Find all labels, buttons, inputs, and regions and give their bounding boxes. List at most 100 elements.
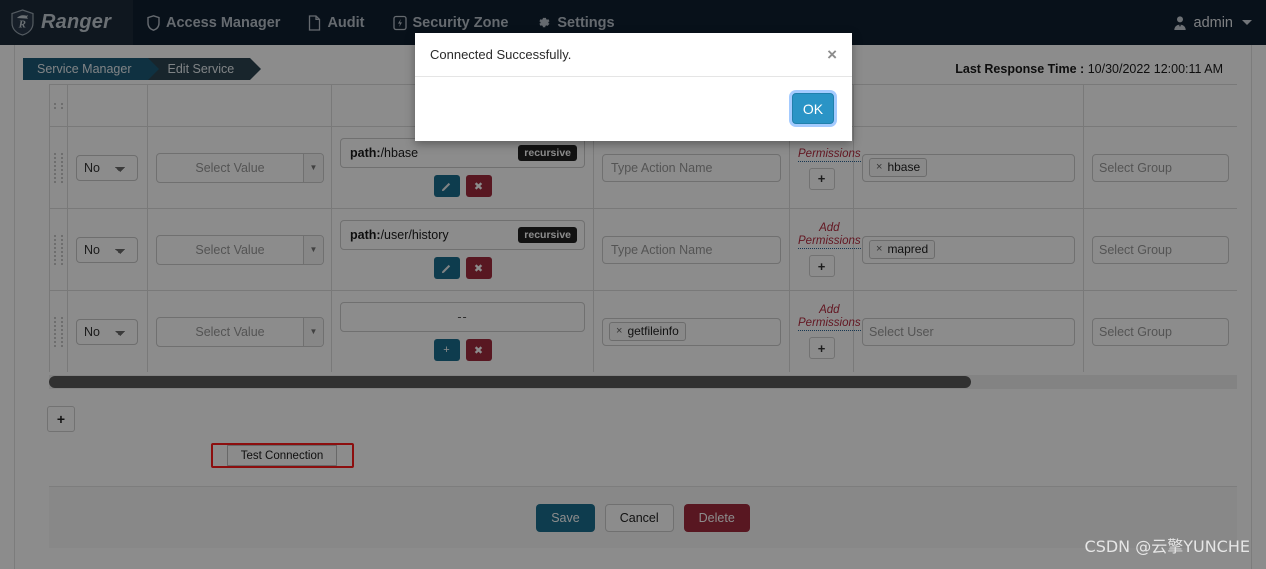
table-horizontal-scrollbar[interactable] <box>49 375 1237 389</box>
add-row-button[interactable]: + <box>47 406 75 432</box>
group-select[interactable]: Select Group <box>1092 235 1229 264</box>
remove-token-icon[interactable]: × <box>876 243 882 255</box>
path-label: path:/user/history <box>350 228 449 242</box>
user-select[interactable]: × hbase <box>862 153 1075 182</box>
last-response-time-label: Last Response Time : <box>955 62 1085 76</box>
user-select[interactable]: Select User <box>862 317 1075 346</box>
cell-permissions: Add Permissions + <box>789 290 861 372</box>
group-placeholder: Select Group <box>1099 160 1172 175</box>
user-icon <box>1173 15 1186 30</box>
group-select[interactable]: Select Group <box>1092 153 1229 182</box>
last-response-time-value: 10/30/2022 12:00:11 AM <box>1087 62 1223 76</box>
user-token-label: hbase <box>887 160 921 174</box>
nav-item-audit[interactable]: Audit <box>294 0 378 45</box>
value-select[interactable]: Select Value ▼ <box>156 234 324 265</box>
brand-logo[interactable]: R Ranger <box>0 0 133 45</box>
path-display[interactable]: -- <box>340 302 585 332</box>
pencil-icon <box>441 264 451 273</box>
bolt-box-icon <box>392 15 407 30</box>
edit-path-button[interactable] <box>433 175 460 197</box>
cell-path: -- + ✖ <box>331 290 594 372</box>
test-connection-button[interactable]: Test Connection <box>227 445 337 466</box>
close-icon[interactable]: × <box>827 46 837 63</box>
chevron-down-icon: ▼ <box>303 153 323 182</box>
recursive-select[interactable]: No <box>76 318 138 345</box>
add-permission-button[interactable]: + <box>808 167 835 190</box>
action-name-input[interactable] <box>602 235 781 264</box>
breadcrumb-label: Service Manager <box>37 62 132 76</box>
user-token-label: mapred <box>887 242 929 256</box>
drag-dots-icon <box>53 102 64 109</box>
ok-button[interactable]: OK <box>792 93 834 124</box>
user-token[interactable]: × mapred <box>869 240 936 259</box>
last-response-time: Last Response Time : 10/30/2022 12:00:11… <box>955 62 1223 76</box>
row-drag-handle[interactable] <box>49 84 68 127</box>
connection-status-dialog: Connected Successfully. × OK <box>415 33 852 141</box>
cell-group <box>1083 84 1237 127</box>
user-token[interactable]: × hbase <box>869 158 928 177</box>
breadcrumb-item-service-manager[interactable]: Service Manager <box>23 58 158 80</box>
user-name: admin <box>1193 14 1234 31</box>
cell-user: Select User <box>853 290 1084 372</box>
row-drag-handle[interactable] <box>49 208 68 291</box>
add-permission-button[interactable]: + <box>808 255 835 277</box>
action-name-input[interactable] <box>602 153 781 182</box>
drag-dots-icon <box>53 316 64 347</box>
breadcrumb: Service Manager Edit Service <box>23 58 261 80</box>
user-menu[interactable]: admin <box>1172 15 1266 31</box>
add-permissions-link[interactable]: Add Permissions <box>798 222 861 249</box>
nav-item-access-manager[interactable]: Access Manager <box>133 0 294 45</box>
path-display[interactable]: path:/hbase recursive <box>340 138 585 168</box>
value-select-text: Select Value <box>195 324 265 339</box>
drag-dots-icon <box>53 152 64 183</box>
dialog-title: Connected Successfully. <box>430 47 572 62</box>
scrollbar-thumb[interactable] <box>49 376 971 388</box>
edit-path-button[interactable] <box>433 257 460 279</box>
path-empty-label: -- <box>457 310 468 324</box>
cell-permissions: Add Permissions + <box>789 208 861 291</box>
cell-group: Select Group <box>1083 208 1237 291</box>
add-permissions-link[interactable]: Add Permissions <box>798 304 861 331</box>
remove-path-button[interactable]: ✖ <box>465 175 492 197</box>
action-token[interactable]: × getfileinfo <box>609 322 686 341</box>
remove-path-button[interactable]: ✖ <box>465 257 492 279</box>
cell-user: × hbase <box>853 126 1084 209</box>
path-display[interactable]: path:/user/history recursive <box>340 220 585 250</box>
add-path-button[interactable]: + <box>433 339 460 361</box>
user-select[interactable]: × mapred <box>862 235 1075 264</box>
ranger-shield-icon: R <box>11 9 34 36</box>
value-select[interactable]: Select Value ▼ <box>156 316 324 347</box>
breadcrumb-label: Edit Service <box>167 62 235 76</box>
table-row: No Select Value ▼ path:/user/history rec… <box>49 208 1237 291</box>
value-select[interactable]: Select Value ▼ <box>156 152 324 183</box>
cancel-button[interactable]: Cancel <box>604 503 674 532</box>
shield-icon <box>147 14 160 31</box>
cell-value <box>147 84 332 127</box>
cell-recursive: No <box>67 208 148 291</box>
cell-group: Select Group <box>1083 126 1237 209</box>
path-actions: ✖ <box>340 257 585 279</box>
recursive-select[interactable]: No <box>76 236 138 263</box>
remove-path-button[interactable]: ✖ <box>465 339 492 361</box>
row-drag-handle[interactable] <box>49 126 68 209</box>
dialog-header: Connected Successfully. × <box>415 33 852 77</box>
row-drag-handle[interactable] <box>49 290 68 372</box>
remove-token-icon[interactable]: × <box>616 325 622 337</box>
chevron-down-icon: ▼ <box>303 235 323 264</box>
save-button[interactable]: Save <box>536 503 595 532</box>
action-token-box[interactable]: × getfileinfo <box>602 317 781 346</box>
form-footer: Save Cancel Delete <box>49 486 1237 548</box>
brand-name: Ranger <box>41 11 112 33</box>
gear-icon <box>539 17 550 28</box>
remove-token-icon[interactable]: × <box>876 161 882 173</box>
recursive-select[interactable]: No <box>76 154 138 181</box>
cell-group: Select Group <box>1083 290 1237 372</box>
add-permissions-link[interactable]: Permissions <box>798 148 861 162</box>
add-permissions-line2: Permissions <box>798 147 861 160</box>
delete-button[interactable]: Delete <box>683 503 750 532</box>
breadcrumb-item-edit-service[interactable]: Edit Service <box>147 58 261 80</box>
user-placeholder: Select User <box>869 324 934 339</box>
cell-recursive: No <box>67 290 148 372</box>
add-permission-button[interactable]: + <box>808 337 835 359</box>
group-select[interactable]: Select Group <box>1092 317 1229 346</box>
